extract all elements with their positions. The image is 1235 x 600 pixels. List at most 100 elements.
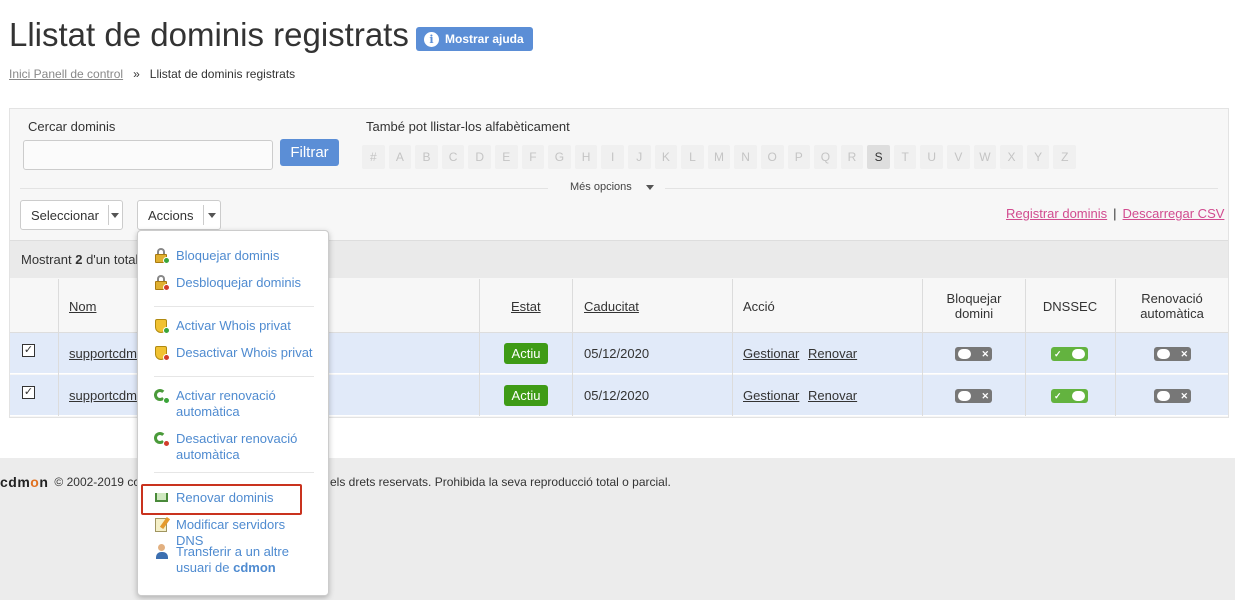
alphabet-letter[interactable]: R [840,145,864,169]
alphabet-letter[interactable]: P [787,145,811,169]
alphabet-letter[interactable]: O [760,145,784,169]
domain-name-link[interactable]: supportcdm [69,346,137,361]
alphabet-letter[interactable]: # [362,145,385,169]
column-header-autorenew: Renovació automàtica [1140,291,1204,321]
refresh-add-icon [154,388,170,404]
menu-item-lock-domains[interactable]: Bloquejar dominis [154,248,316,264]
breadcrumb: Inici Panell de control » Llistat de dom… [9,67,295,81]
close-icon: ✕ [981,349,989,359]
alphabet-letter[interactable]: E [494,145,518,169]
shield-add-icon [154,318,170,334]
autorenew-toggle[interactable]: ✕ [1154,347,1191,361]
alphabet-letter[interactable]: T [893,145,917,169]
select-dropdown[interactable]: Seleccionar [20,200,123,230]
chevron-down-icon [107,205,122,225]
check-icon: ✓ [1054,391,1062,401]
alphabet-letter[interactable]: D [468,145,491,169]
alphabet-letter[interactable]: A [388,145,412,169]
menu-item-enable-autorenew[interactable]: Activar renovació automàtica [154,388,316,420]
menu-item-enable-whois-privacy[interactable]: Activar Whois privat [154,318,316,334]
renew-link[interactable]: Renovar [808,346,857,361]
more-options-label: Més opcions [570,181,632,193]
dnssec-toggle[interactable]: ✓ [1051,389,1088,403]
footer-copyright: cdmon © 2002-2019 cc ts els drets reserv… [0,474,671,490]
menu-item-unlock-domains[interactable]: Desbloquejar dominis [154,275,316,291]
more-options-toggle[interactable]: Més opcions [570,181,654,193]
alphabet-letter[interactable]: W [973,145,997,169]
breadcrumb-separator: » [133,67,140,81]
alphabet-label: També pot llistar-los alfabèticament [366,119,570,134]
alphabet-letter[interactable]: C [441,145,465,169]
alphabet-letter[interactable]: F [521,145,545,169]
close-icon: ✕ [1180,391,1188,401]
manage-link[interactable]: Gestionar [743,388,799,403]
menu-divider [154,472,314,473]
status-badge: Actiu [504,385,548,406]
show-help-button[interactable]: i Mostrar ajuda [416,27,533,51]
search-input[interactable] [23,140,273,170]
alphabet-letter[interactable]: V [947,145,970,169]
close-icon: ✕ [981,391,989,401]
cdmon-logo: cdmon [0,474,49,490]
alphabet-letter[interactable]: S [867,145,890,169]
alphabet-letter[interactable]: Y [1026,145,1050,169]
toggle-knob [958,391,971,401]
chevron-down-icon [202,205,220,225]
toolbar-links: Registrar dominis | Descarregar CSV [1006,206,1224,221]
toggle-knob [958,349,971,359]
lock-add-icon [154,248,170,264]
alphabet-letter[interactable]: U [920,145,944,169]
row-checkbox[interactable]: ✓ [22,386,35,399]
register-domains-link[interactable]: Registrar dominis [1006,206,1107,221]
alphabet-letter[interactable]: Q [814,145,837,169]
lock-remove-icon [154,275,170,291]
column-header-status[interactable]: Estat [511,299,541,314]
divider-left [20,188,548,189]
menu-item-disable-whois-privacy[interactable]: Desactivar Whois privat [154,345,316,361]
select-dropdown-label: Seleccionar [31,207,99,223]
autorenew-toggle[interactable]: ✕ [1154,389,1191,403]
filter-button[interactable]: Filtrar [280,139,339,166]
user-transfer-icon [154,544,170,560]
alphabet-letter[interactable]: M [707,145,731,169]
column-divider [479,279,480,416]
copyright-end: ts els drets reservats. Prohibida la sev… [317,475,671,489]
column-header-expiry[interactable]: Caducitat [584,299,639,314]
actions-dropdown-label: Accions [148,207,194,223]
alphabet-letter[interactable]: K [654,145,678,169]
alphabet-letter[interactable]: B [415,145,438,169]
edit-note-icon [154,516,171,533]
menu-item-transfer-to-user[interactable]: Transferir a un altre usuari de cdmon [154,544,316,576]
alphabet-letter[interactable]: N [734,145,757,169]
domain-name-link[interactable]: supportcdm [69,388,137,403]
column-divider [732,279,733,416]
menu-divider [154,376,314,377]
row-checkbox[interactable]: ✓ [22,344,35,357]
dnssec-toggle[interactable]: ✓ [1051,347,1088,361]
column-header-name[interactable]: Nom [69,299,96,314]
alphabet-letter[interactable]: L [681,145,704,169]
toggle-knob [1157,349,1170,359]
alphabet-letter[interactable]: Z [1053,145,1077,169]
chevron-down-icon [645,184,654,190]
lock-toggle[interactable]: ✕ [955,389,992,403]
download-csv-link[interactable]: Descarregar CSV [1123,206,1225,221]
menu-item-disable-autorenew[interactable]: Desactivar renovació automàtica [154,431,316,463]
results-count-suffix: d'un total [86,252,139,267]
status-badge: Actiu [504,343,548,364]
renew-link[interactable]: Renovar [808,388,857,403]
alphabet-letter[interactable]: G [548,145,571,169]
lock-toggle[interactable]: ✕ [955,347,992,361]
breadcrumb-current: Llistat de dominis registrats [149,67,296,81]
alphabet-letter[interactable]: X [1000,145,1023,169]
alphabet-letter[interactable]: H [574,145,598,169]
actions-dropdown[interactable]: Accions [137,200,221,230]
breadcrumb-home-link[interactable]: Inici Panell de control [9,67,123,81]
column-divider [58,279,59,416]
manage-link[interactable]: Gestionar [743,346,799,361]
close-icon: ✕ [1180,349,1188,359]
alphabet-letter[interactable]: I [601,145,624,169]
divider-right [665,188,1218,189]
alphabet-letter[interactable]: J [627,145,651,169]
shield-remove-icon [154,345,170,361]
